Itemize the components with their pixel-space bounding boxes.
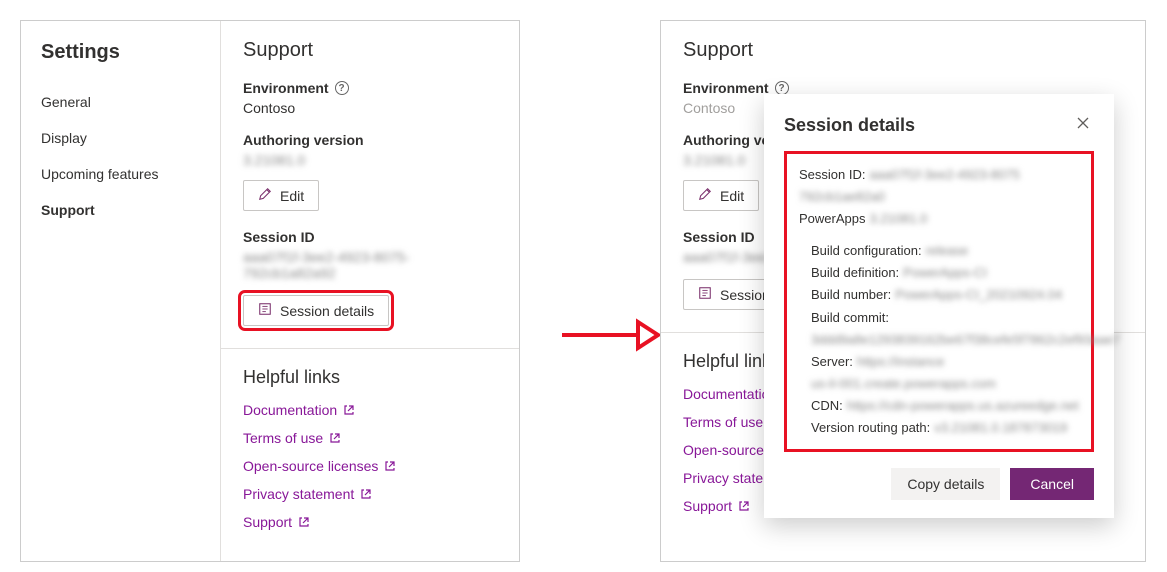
buildnum-key: Build number: — [811, 287, 891, 302]
environment-value: Contoso — [243, 100, 497, 116]
details-icon — [258, 302, 272, 319]
authoring-version-label: Authoring version — [243, 132, 497, 148]
external-link-icon — [343, 404, 355, 416]
server-key: Server: — [811, 354, 853, 369]
cdn-val: https://cdn-powerapps.us.azureedge.net — [847, 398, 1079, 413]
session-id-label: Session ID — [243, 229, 497, 245]
close-icon[interactable] — [1072, 112, 1094, 139]
flow-arrow-icon — [560, 318, 660, 355]
session-details-dialog: Session details Session ID: aaa07f1f-3ee2… — [764, 94, 1114, 518]
sidebar-title: Settings — [21, 31, 220, 84]
page-title: Support — [243, 39, 497, 62]
buildcfg-val: release — [926, 243, 969, 258]
edit-button-label: Edit — [720, 188, 744, 204]
builddef-key: Build definition: — [811, 265, 899, 280]
vroute-val: v3.21081.0.187873019 — [934, 420, 1067, 435]
link-support[interactable]: Support — [243, 514, 497, 530]
sidebar-item-upcoming[interactable]: Upcoming features — [21, 156, 220, 192]
sidebar-item-support[interactable]: Support — [21, 192, 220, 228]
server-val2: us-il-001.create.powerapps.com — [811, 376, 996, 391]
link-oss[interactable]: Open-source licenses — [243, 458, 497, 474]
settings-sidebar: Settings General Display Upcoming featur… — [21, 21, 221, 561]
help-icon[interactable]: ? — [335, 81, 349, 95]
powerapps-key: PowerApps — [799, 211, 865, 226]
link-label: Open-source licenses — [243, 458, 378, 474]
environment-label-text: Environment — [683, 80, 769, 96]
link-label: Support — [683, 498, 732, 514]
edit-button-label: Edit — [280, 188, 304, 204]
session-details-button[interactable]: Session details — [243, 295, 389, 326]
copy-details-button[interactable]: Copy details — [891, 468, 1000, 500]
link-label: Documentation — [243, 402, 337, 418]
builddef-val: PowerApps-CI — [903, 265, 987, 280]
link-documentation[interactable]: Documentation — [243, 402, 497, 418]
link-label: Terms of use — [243, 430, 323, 446]
buildcommit-key: Build commit: — [811, 310, 889, 325]
powerapps-val: 3.21081.0 — [869, 211, 927, 226]
cancel-button[interactable]: Cancel — [1010, 468, 1094, 500]
external-link-icon — [298, 516, 310, 528]
edit-button[interactable]: Edit — [683, 180, 759, 211]
details-icon — [698, 286, 712, 303]
support-content: Support Environment ? Contoso Authoring … — [221, 21, 519, 561]
settings-panel-before: Settings General Display Upcoming featur… — [20, 20, 520, 562]
session-details-button-label: Session details — [280, 303, 374, 319]
external-link-icon — [360, 488, 372, 500]
link-label: Terms of use — [683, 414, 763, 430]
authoring-version-value: 3.21081.0 — [243, 152, 497, 168]
external-link-icon — [329, 432, 341, 444]
edit-button[interactable]: Edit — [243, 180, 319, 211]
environment-label-text: Environment — [243, 80, 329, 96]
buildnum-val: PowerApps-CI_20210924.04 — [895, 287, 1062, 302]
environment-label: Environment ? — [243, 80, 497, 96]
session-id-val2: 792cb1ae82a0 — [799, 189, 885, 204]
session-id-val: aaa07f1f-3ee2-4923-8075 — [869, 167, 1019, 182]
page-title: Support — [683, 39, 1123, 62]
dialog-title: Session details — [784, 115, 915, 136]
session-id-value: aaa07f1f-3ee2-4923-8075-792cb1a82a92 — [243, 249, 497, 281]
link-label: Privacy statement — [243, 486, 354, 502]
pencil-icon — [258, 187, 272, 204]
external-link-icon — [384, 460, 396, 472]
session-details-box: Session ID: aaa07f1f-3ee2-4923-8075 792cb… — [784, 151, 1094, 452]
sidebar-item-display[interactable]: Display — [21, 120, 220, 156]
cdn-key: CDN: — [811, 398, 843, 413]
helpful-links-title: Helpful links — [243, 367, 497, 388]
session-id-key: Session ID: — [799, 167, 865, 182]
help-icon[interactable]: ? — [775, 81, 789, 95]
buildcommit-val: 3ddd9a8e1293839162be67f38cefe5f7862c2ef9… — [811, 332, 1120, 347]
link-privacy[interactable]: Privacy statement — [243, 486, 497, 502]
link-label: Support — [243, 514, 292, 530]
link-terms[interactable]: Terms of use — [243, 430, 497, 446]
vroute-key: Version routing path: — [811, 420, 930, 435]
buildcfg-key: Build configuration: — [811, 243, 922, 258]
server-val: https://instance — [857, 354, 944, 369]
external-link-icon — [738, 500, 750, 512]
pencil-icon — [698, 187, 712, 204]
sidebar-item-general[interactable]: General — [21, 84, 220, 120]
